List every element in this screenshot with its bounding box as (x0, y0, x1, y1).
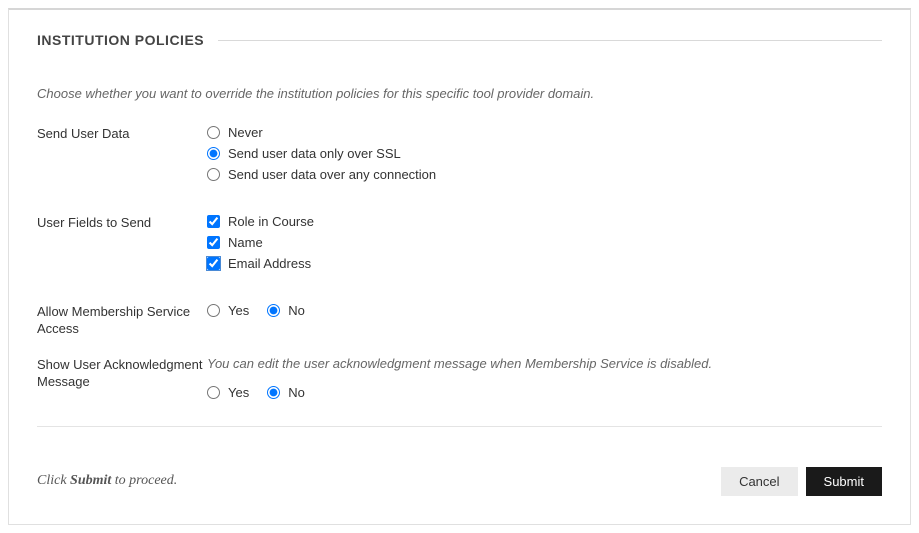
checkbox-name-label: Name (228, 235, 263, 250)
field-send-user-data: Send User Data Never Send user data only… (37, 125, 882, 188)
checkbox-email-label: Email Address (228, 256, 311, 271)
cancel-button[interactable]: Cancel (721, 467, 797, 496)
radio-any-label: Send user data over any connection (228, 167, 436, 182)
radio-never-label: Never (228, 125, 263, 140)
section-intro: Choose whether you want to override the … (37, 86, 882, 101)
submit-button[interactable]: Submit (806, 467, 882, 496)
checkbox-email[interactable] (207, 257, 220, 270)
checkbox-option-role[interactable]: Role in Course (207, 214, 882, 229)
radio-membership-no-label: No (288, 303, 305, 318)
radio-never[interactable] (207, 126, 220, 139)
radio-option-ssl[interactable]: Send user data only over SSL (207, 146, 882, 161)
radio-any[interactable] (207, 168, 220, 181)
section-header: INSTITUTION POLICIES (37, 32, 882, 48)
radio-ssl[interactable] (207, 147, 220, 160)
footer-hint: Click Submit to proceed. (37, 473, 177, 489)
field-user-fields: User Fields to Send Role in Course Name … (37, 214, 882, 277)
radio-membership-no[interactable] (267, 304, 280, 317)
checkbox-role-label: Role in Course (228, 214, 314, 229)
label-send-user-data: Send User Data (37, 125, 207, 143)
radio-membership-yes-label: Yes (228, 303, 249, 318)
radio-option-membership-yes[interactable]: Yes (207, 303, 249, 318)
footer-hint-suffix: to proceed. (111, 473, 177, 488)
checkbox-option-name[interactable]: Name (207, 235, 882, 250)
checkbox-name[interactable] (207, 236, 220, 249)
radio-option-ack-yes[interactable]: Yes (207, 385, 249, 400)
radio-option-never[interactable]: Never (207, 125, 882, 140)
checkbox-role[interactable] (207, 215, 220, 228)
section-title: INSTITUTION POLICIES (37, 32, 218, 48)
radio-option-any[interactable]: Send user data over any connection (207, 167, 882, 182)
field-membership-access: Allow Membership Service Access Yes No (37, 303, 882, 338)
radio-option-membership-no[interactable]: No (267, 303, 305, 318)
institution-policies-panel: INSTITUTION POLICIES Choose whether you … (8, 8, 911, 525)
footer-hint-bold: Submit (70, 473, 111, 488)
radio-ack-yes-label: Yes (228, 385, 249, 400)
label-user-fields: User Fields to Send (37, 214, 207, 232)
label-ack-message: Show User Acknowledgment Message (37, 356, 207, 391)
radio-ack-yes[interactable] (207, 386, 220, 399)
field-ack-message: Show User Acknowledgment Message You can… (37, 356, 882, 400)
ack-helper-text: You can edit the user acknowledgment mes… (207, 356, 882, 371)
section-rule (218, 40, 882, 41)
radio-ssl-label: Send user data only over SSL (228, 146, 401, 161)
radio-option-ack-no[interactable]: No (267, 385, 305, 400)
label-membership-access: Allow Membership Service Access (37, 303, 207, 338)
radio-membership-yes[interactable] (207, 304, 220, 317)
radio-ack-no-label: No (288, 385, 305, 400)
footer-buttons: Cancel Submit (721, 467, 882, 496)
divider (37, 426, 882, 427)
radio-ack-no[interactable] (267, 386, 280, 399)
footer-hint-prefix: Click (37, 473, 70, 488)
checkbox-option-email[interactable]: Email Address (207, 256, 882, 271)
footer: Click Submit to proceed. Cancel Submit (37, 467, 882, 496)
